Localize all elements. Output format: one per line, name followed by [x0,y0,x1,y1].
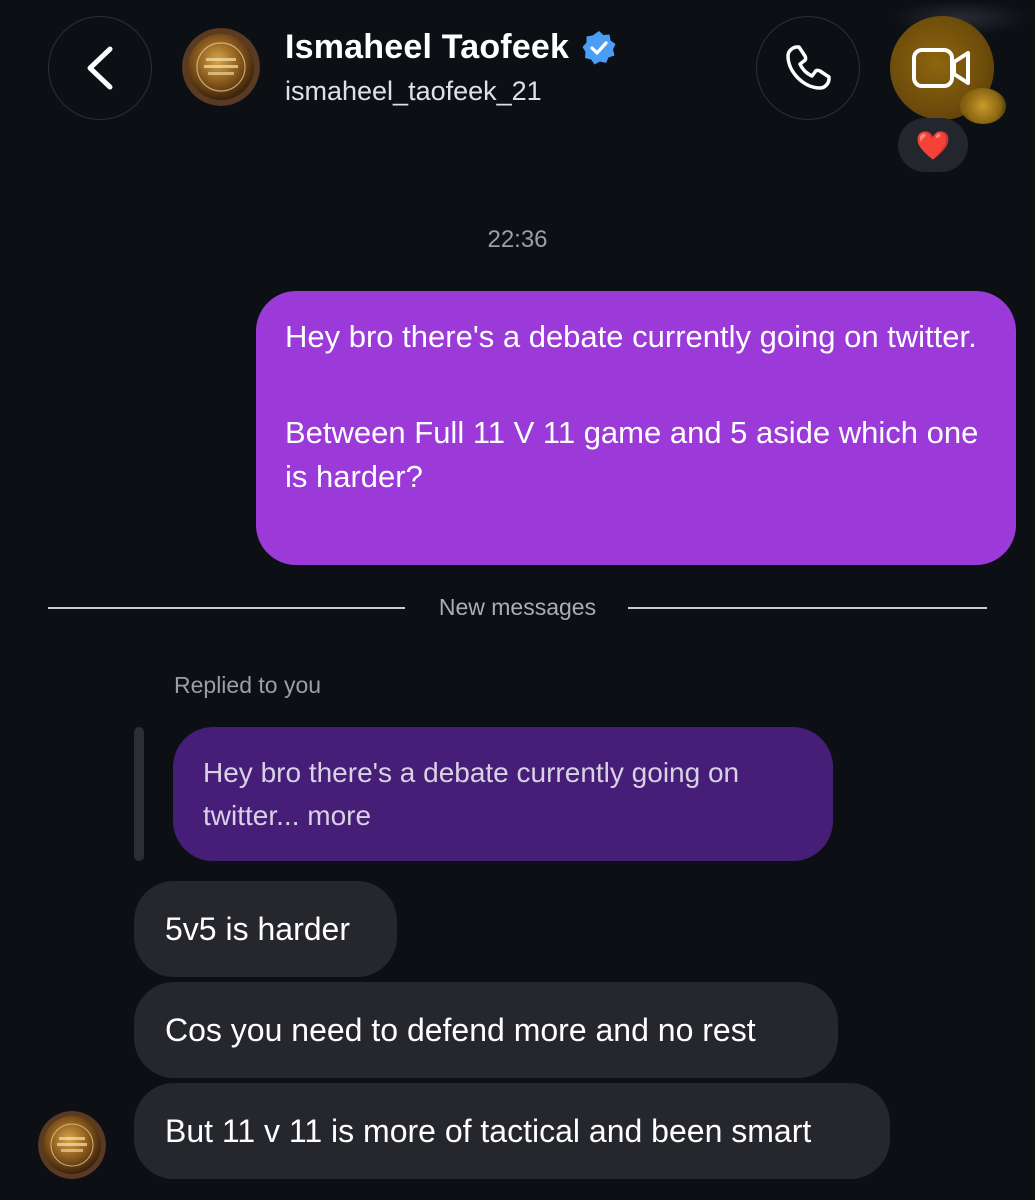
sender-avatar[interactable] [38,1111,106,1179]
medal-avatar-image [38,1111,106,1179]
verified-badge-icon [582,30,616,64]
replied-to-you-label: Replied to you [174,672,322,698]
medal-avatar-image [182,28,260,106]
video-camera-icon [912,48,970,88]
video-button-glow [960,88,1006,124]
new-messages-divider: New messages [48,594,987,622]
contact-name: Ismaheel Taofeek [285,28,570,66]
sent-message-paragraph: Between Full 11 V 11 game and 5 aside wh… [285,415,979,494]
quoted-message-bubble[interactable]: Hey bro there's a debate currently going… [173,727,833,861]
received-message-bubble[interactable]: 5v5 is harder [134,881,397,977]
heart-reaction[interactable]: ❤️ [898,118,968,172]
phone-icon [786,45,831,90]
received-message-bubble[interactable]: Cos you need to defend more and no rest [134,982,838,1078]
divider-line [628,607,987,609]
sent-message-bubble[interactable]: Hey bro there's a debate currently going… [256,291,1016,565]
back-button[interactable] [48,16,152,120]
voice-call-button[interactable] [756,16,860,120]
contact-name-row[interactable]: Ismaheel Taofeek [285,28,617,67]
heart-icon: ❤️ [915,129,951,161]
chevron-left-icon [87,46,113,90]
reply-indicator-bar [134,727,144,861]
received-message-bubble[interactable]: But 11 v 11 is more of tactical and been… [134,1083,890,1179]
contact-handle: ismaheel_taofeek_21 [285,76,542,106]
contact-avatar[interactable] [182,28,260,106]
sent-message-paragraph: Hey bro there's a debate currently going… [285,319,977,354]
message-timestamp: 22:36 [487,226,548,253]
